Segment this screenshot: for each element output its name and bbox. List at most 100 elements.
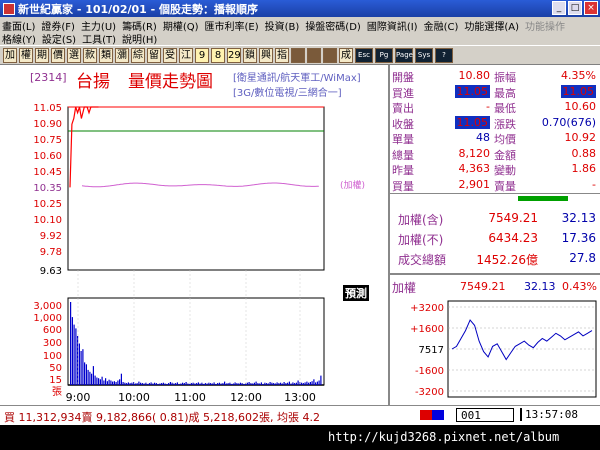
volume-tick-label: 15 — [49, 375, 62, 386]
volume-bar — [224, 381, 226, 385]
toolbar-button[interactable]: 受 — [163, 48, 177, 63]
toolbar-button[interactable]: 類 — [99, 48, 113, 63]
menu-item[interactable]: 證券(F) — [41, 18, 75, 33]
toolbar-button[interactable]: 江 — [179, 48, 193, 63]
y-tick-label: 10.10 — [33, 215, 62, 226]
quote-label: 最低 — [494, 102, 516, 115]
menu-item[interactable]: 金融(C) — [424, 18, 459, 33]
toolbar-button[interactable]: 9 — [195, 48, 209, 63]
toolbar-button[interactable]: Page — [395, 48, 413, 63]
market-value: 1452.26億 — [476, 253, 538, 267]
volume-bar — [185, 382, 187, 385]
menu-item[interactable]: 籌碼(R) — [122, 18, 157, 33]
toolbar-button[interactable]: 加 — [3, 48, 17, 63]
stock-code-input[interactable]: 001 — [456, 408, 514, 422]
volume-bar — [157, 383, 159, 385]
volume-bar — [171, 382, 173, 385]
window-titlebar: 新世紀贏家 - 101/02/01 - 個股走勢：播報順序 _ □ × — [0, 0, 600, 17]
toolbar-button[interactable]: ? — [435, 48, 453, 63]
y-tick-label: 11.05 — [33, 103, 62, 114]
toolbar-button[interactable]: 興 — [259, 48, 273, 63]
toolbar-button[interactable]: 期 — [35, 48, 49, 63]
footer: http://kujd3268.pixnet.net/album — [0, 425, 600, 450]
toolbar-button[interactable]: 29 — [227, 48, 241, 63]
volume-bar — [99, 379, 101, 385]
close-button[interactable]: × — [584, 1, 598, 15]
menu-item[interactable]: 期權(Q) — [163, 18, 199, 33]
toolbar-button[interactable]: 瀰 — [115, 48, 129, 63]
quote-label: 買量 — [392, 179, 414, 193]
volume-bar — [218, 382, 220, 385]
volume-bar — [82, 349, 84, 385]
toolbar-button[interactable]: Sys — [415, 48, 433, 63]
volume-tick-label: 300 — [43, 338, 62, 349]
forecast-marker[interactable]: 預測 — [343, 285, 369, 301]
volume-bar — [294, 383, 296, 385]
volume-bar — [271, 382, 273, 385]
toolbar-button[interactable] — [307, 48, 321, 63]
menu-item[interactable]: 國際資訊(I) — [367, 18, 418, 33]
mini-change: 32.13 — [524, 280, 556, 293]
volume-bar — [84, 362, 86, 385]
toolbar-button[interactable]: 鎖 — [243, 48, 257, 63]
toolbar-button[interactable]: 權 — [19, 48, 33, 63]
ratio-strip — [390, 193, 600, 204]
mini-value: 7549.21 — [460, 280, 506, 293]
menu-item[interactable]: 工具(T) — [82, 31, 116, 46]
toolbar-button[interactable] — [291, 48, 305, 63]
volume-bar — [220, 383, 222, 385]
menu-item[interactable]: 操盤密碼(D) — [305, 18, 361, 33]
menu-item[interactable]: 說明(H) — [122, 31, 157, 46]
menu-item[interactable]: 格線(Y) — [2, 31, 36, 46]
y-tick-label: 10.90 — [33, 119, 62, 130]
menu-item[interactable]: 設定(S) — [42, 31, 76, 46]
toolbar-button[interactable] — [323, 48, 337, 63]
toolbar-button[interactable]: Esc — [355, 48, 373, 63]
volume-bar — [136, 383, 138, 385]
menu-item[interactable]: 畫面(L) — [2, 18, 35, 33]
volume-bar — [280, 382, 282, 385]
volume-bar — [189, 383, 191, 385]
toolbar-button[interactable]: 價 — [51, 48, 65, 63]
toolbar-button[interactable]: Pg — [375, 48, 393, 63]
y-tick-label: 9.63 — [40, 266, 62, 277]
menu-item[interactable]: 投資(B) — [265, 18, 300, 33]
menu-item[interactable]: 功能選擇(A) — [464, 18, 519, 33]
toolbar-button[interactable]: 選 — [67, 48, 81, 63]
volume-bar — [287, 382, 289, 385]
volume-bar — [316, 381, 318, 385]
menu-item[interactable]: 匯市利率(E) — [205, 18, 259, 33]
maximize-button[interactable]: □ — [568, 1, 582, 15]
volume-bar — [120, 373, 122, 385]
volume-bar — [141, 383, 143, 385]
quote-value: 8,120 — [458, 146, 491, 160]
volume-bar — [110, 380, 112, 385]
menu-item-disabled: 功能操作 — [525, 22, 566, 33]
menu-item[interactable]: 主力(U) — [81, 18, 116, 33]
toolbar-button[interactable]: 指 — [275, 48, 289, 63]
minimize-button[interactable]: _ — [552, 1, 566, 15]
volume-bar — [204, 383, 206, 385]
quote-label: 均價 — [494, 133, 516, 146]
toolbar-button[interactable]: 留 — [147, 48, 161, 63]
volume-bar — [159, 383, 161, 385]
volume-bar — [229, 382, 231, 385]
mini-index-chart: 加權 7549.21 32.13 0.43% +3200 +1600 7517 -16… — [390, 273, 600, 407]
toolbar-button[interactable]: 款 — [83, 48, 97, 63]
volume-bar — [318, 380, 320, 385]
quote-label: 收盤 — [392, 117, 414, 131]
toolbar-button[interactable]: 成 — [339, 48, 353, 63]
volume-bar — [285, 383, 287, 385]
window-title: 新世紀贏家 - 101/02/01 - 個股走勢：播報順序 — [18, 2, 259, 16]
volume-bar — [113, 381, 115, 385]
volume-bar — [147, 383, 149, 385]
volume-bar — [197, 382, 199, 385]
quote-row: 買進 11.05 最高 11.05 — [392, 84, 598, 101]
volume-bar — [241, 383, 243, 385]
toolbar-button[interactable]: 8 — [211, 48, 225, 63]
volume-bar — [164, 383, 166, 385]
footer-url[interactable]: http://kujd3268.pixnet.net/album — [328, 430, 559, 444]
toolbar-button[interactable]: 綜 — [131, 48, 145, 63]
volume-bar — [122, 382, 124, 385]
volume-tick-label: 100 — [43, 351, 62, 362]
